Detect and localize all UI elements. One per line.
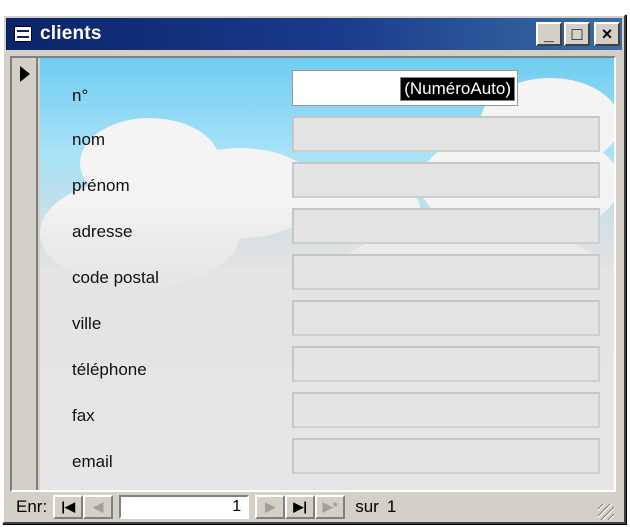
total-records: 1 bbox=[386, 497, 397, 516]
close-button[interactable]: × bbox=[594, 22, 620, 46]
field-label-adresse: adresse bbox=[72, 222, 133, 241]
field-label-numero: n° bbox=[72, 86, 89, 105]
access-form-window: clients _ □ × n° (NuméroAuto) nom prénom… bbox=[2, 14, 626, 524]
fax-field[interactable] bbox=[292, 392, 600, 428]
next-record-button[interactable]: ▶ bbox=[255, 495, 286, 519]
previous-record-button[interactable]: ◀ bbox=[83, 495, 114, 519]
record-navigation-bar: Enr: |◀ ◀ 1 ▶ ▶| ▶* sur 1 bbox=[10, 492, 616, 522]
new-record-button[interactable]: ▶* bbox=[315, 495, 346, 519]
maximize-button[interactable]: □ bbox=[564, 22, 590, 46]
current-record-input[interactable]: 1 bbox=[119, 495, 250, 519]
numero-field[interactable]: (NuméroAuto) bbox=[292, 70, 518, 106]
adresse-field[interactable] bbox=[292, 208, 600, 244]
window-title: clients bbox=[40, 23, 102, 44]
email-field[interactable] bbox=[292, 438, 600, 474]
nom-field[interactable] bbox=[292, 116, 600, 152]
record-selector[interactable] bbox=[12, 58, 38, 490]
resize-grip-icon[interactable] bbox=[598, 504, 614, 520]
prenom-field[interactable] bbox=[292, 162, 600, 198]
form-area: n° (NuméroAuto) nom prénom adresse code … bbox=[10, 56, 616, 492]
first-record-button[interactable]: |◀ bbox=[53, 495, 84, 519]
field-label-code-postal: code postal bbox=[72, 268, 159, 287]
ville-field[interactable] bbox=[292, 300, 600, 336]
record-label: Enr: bbox=[16, 497, 48, 516]
field-label-telephone: téléphone bbox=[72, 360, 147, 379]
code-postal-field[interactable] bbox=[292, 254, 600, 290]
field-label-email: email bbox=[72, 452, 113, 471]
last-record-button[interactable]: ▶| bbox=[285, 495, 316, 519]
telephone-field[interactable] bbox=[292, 346, 600, 382]
field-label-ville: ville bbox=[72, 314, 102, 333]
minimize-button[interactable]: _ bbox=[536, 22, 562, 46]
of-label: sur bbox=[355, 497, 379, 516]
current-record-arrow-icon bbox=[20, 66, 30, 82]
form-icon[interactable] bbox=[14, 26, 32, 42]
field-label-fax: fax bbox=[72, 406, 95, 425]
window-controls: _ □ × bbox=[536, 22, 620, 46]
field-label-prenom: prénom bbox=[72, 176, 130, 195]
field-label-nom: nom bbox=[72, 130, 106, 149]
form-detail: n° (NuméroAuto) nom prénom adresse code … bbox=[40, 58, 614, 490]
title-bar[interactable]: clients _ □ × bbox=[6, 18, 622, 50]
autonumber-value: (NuméroAuto) bbox=[400, 77, 515, 101]
